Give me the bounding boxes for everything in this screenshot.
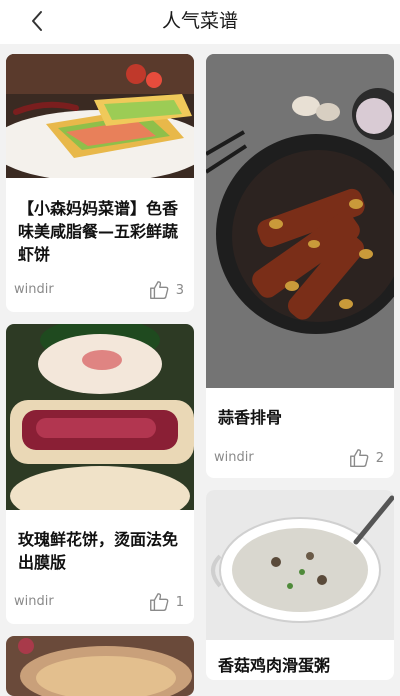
like-button[interactable]: 2 [348, 447, 384, 469]
page-title: 人气菜谱 [161, 10, 238, 32]
recipe-card[interactable]: 蒜香排骨 windir 2 [206, 54, 394, 478]
recipe-card[interactable]: 香菇鸡肉滑蛋粥 [206, 490, 394, 680]
like-button[interactable]: 3 [148, 279, 184, 301]
like-count: 2 [375, 450, 384, 466]
like-count: 3 [175, 282, 184, 298]
recipe-author: windir [14, 282, 54, 297]
recipe-title: 玫瑰鲜花饼，烫面法免出膜版 [18, 530, 179, 572]
thumbs-up-icon [149, 593, 169, 611]
recipe-author: windir [14, 594, 54, 609]
thumbs-up-icon [349, 449, 369, 467]
recipe-image [206, 54, 394, 388]
thumbs-up-icon [149, 281, 169, 299]
recipe-card[interactable] [6, 636, 194, 696]
top-bar: 人气菜谱 [0, 0, 400, 44]
recipe-image [6, 636, 194, 696]
recipe-title: 蒜香排骨 [218, 408, 283, 427]
recipe-card[interactable]: 【小森妈妈菜谱】色香味美咸脂餐—五彩鲜蔬虾饼 windir 3 [6, 54, 194, 312]
recipe-image [6, 54, 194, 178]
like-count: 1 [175, 594, 184, 610]
recipe-title: 【小森妈妈菜谱】色香味美咸脂餐—五彩鲜蔬虾饼 [18, 199, 179, 264]
recipe-image [6, 324, 194, 510]
recipe-author: windir [214, 450, 254, 465]
recipe-card[interactable]: 玫瑰鲜花饼，烫面法免出膜版 windir 1 [6, 324, 194, 624]
recipe-image [206, 490, 394, 640]
like-button[interactable]: 1 [148, 591, 184, 613]
